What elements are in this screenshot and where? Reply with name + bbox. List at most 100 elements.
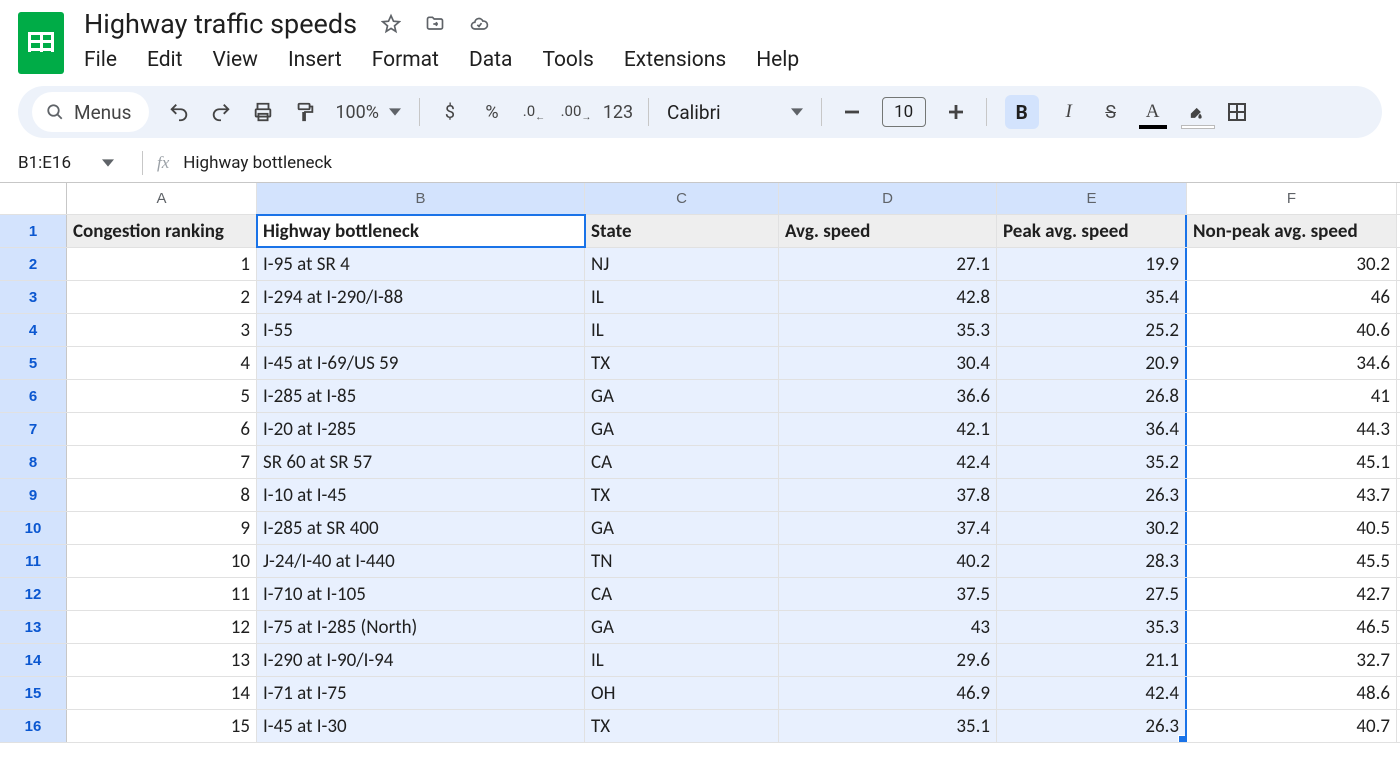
- cell[interactable]: 42.4: [779, 446, 997, 478]
- cell[interactable]: 44.3: [1187, 413, 1397, 445]
- cell[interactable]: 3: [67, 314, 257, 346]
- name-box[interactable]: B1:E16: [18, 153, 128, 173]
- cell[interactable]: 30.4: [779, 347, 997, 379]
- decrease-font-size-button[interactable]: [840, 100, 864, 124]
- col-header-B[interactable]: B: [257, 183, 585, 214]
- menu-data[interactable]: Data: [469, 48, 513, 72]
- cell[interactable]: 1: [67, 248, 257, 280]
- cell[interactable]: 35.4: [997, 281, 1187, 313]
- menu-tools[interactable]: Tools: [542, 48, 593, 72]
- menu-view[interactable]: View: [213, 48, 258, 72]
- cell[interactable]: NJ: [585, 248, 779, 280]
- cell[interactable]: 40.7: [1187, 710, 1397, 742]
- cell[interactable]: 15: [67, 710, 257, 742]
- cell[interactable]: 25.2: [997, 314, 1187, 346]
- row-header[interactable]: 10: [0, 512, 67, 544]
- menu-extensions[interactable]: Extensions: [624, 48, 726, 72]
- row-header[interactable]: 7: [0, 413, 67, 445]
- italic-button[interactable]: I: [1057, 100, 1081, 124]
- cell[interactable]: TX: [585, 347, 779, 379]
- cell[interactable]: 26.8: [997, 380, 1187, 412]
- cell[interactable]: 2: [67, 281, 257, 313]
- row-header[interactable]: 3: [0, 281, 67, 313]
- cell[interactable]: GA: [585, 512, 779, 544]
- cell[interactable]: 42.4: [997, 677, 1187, 709]
- cell[interactable]: IL: [585, 281, 779, 313]
- cell[interactable]: 26.3: [997, 710, 1187, 742]
- cell[interactable]: 40.2: [779, 545, 997, 577]
- cell[interactable]: 46.9: [779, 677, 997, 709]
- cell[interactable]: 48.6: [1187, 677, 1397, 709]
- cell[interactable]: 37.4: [779, 512, 997, 544]
- cell[interactable]: 5: [67, 380, 257, 412]
- cell[interactable]: I-95 at SR 4: [257, 248, 585, 280]
- cell[interactable]: IL: [585, 644, 779, 676]
- sheets-logo-icon[interactable]: [18, 12, 64, 74]
- cell[interactable]: GA: [585, 380, 779, 412]
- cell[interactable]: 9: [67, 512, 257, 544]
- cell[interactable]: SR 60 at SR 57: [257, 446, 585, 478]
- row-header[interactable]: 12: [0, 578, 67, 610]
- cell[interactable]: Non-peak avg. speed: [1187, 215, 1397, 247]
- borders-button[interactable]: [1225, 100, 1249, 124]
- cell[interactable]: 36.4: [997, 413, 1187, 445]
- cell[interactable]: 14: [67, 677, 257, 709]
- menu-insert[interactable]: Insert: [288, 48, 342, 72]
- row-header[interactable]: 1: [0, 215, 67, 247]
- cell[interactable]: 29.6: [779, 644, 997, 676]
- cell[interactable]: I-75 at I-285 (North): [257, 611, 585, 643]
- cell[interactable]: GA: [585, 413, 779, 445]
- cell[interactable]: 4: [67, 347, 257, 379]
- cell[interactable]: 46.5: [1187, 611, 1397, 643]
- cell[interactable]: 34.6: [1187, 347, 1397, 379]
- paint-format-button[interactable]: [293, 100, 317, 124]
- cell[interactable]: 10: [67, 545, 257, 577]
- cell[interactable]: I-55: [257, 314, 585, 346]
- star-icon[interactable]: [381, 14, 401, 34]
- col-header-A[interactable]: A: [67, 183, 257, 214]
- cell[interactable]: 42.7: [1187, 578, 1397, 610]
- cell[interactable]: 7: [67, 446, 257, 478]
- formula-bar[interactable]: Highway bottleneck: [183, 153, 332, 173]
- menu-format[interactable]: Format: [372, 48, 439, 72]
- select-all-corner[interactable]: [0, 183, 67, 214]
- cell[interactable]: 46: [1187, 281, 1397, 313]
- cell[interactable]: I-294 at I-290/I-88: [257, 281, 585, 313]
- col-header-E[interactable]: E: [997, 183, 1187, 214]
- bold-button[interactable]: B: [1005, 95, 1039, 129]
- cell[interactable]: 35.3: [779, 314, 997, 346]
- cell[interactable]: 37.5: [779, 578, 997, 610]
- menu-file[interactable]: File: [84, 48, 117, 72]
- cell[interactable]: 28.3: [997, 545, 1187, 577]
- redo-button[interactable]: [209, 100, 233, 124]
- cell[interactable]: J-24/I-40 at I-440: [257, 545, 585, 577]
- move-folder-icon[interactable]: [425, 14, 445, 34]
- cell[interactable]: 42.1: [779, 413, 997, 445]
- row-header[interactable]: 13: [0, 611, 67, 643]
- row-header[interactable]: 15: [0, 677, 67, 709]
- cell[interactable]: 11: [67, 578, 257, 610]
- cell[interactable]: I-285 at SR 400: [257, 512, 585, 544]
- cell[interactable]: I-290 at I-90/I-94: [257, 644, 585, 676]
- row-header[interactable]: 8: [0, 446, 67, 478]
- cell[interactable]: I-710 at I-105: [257, 578, 585, 610]
- cell[interactable]: 35.1: [779, 710, 997, 742]
- fill-color-button[interactable]: [1183, 100, 1207, 124]
- number-format-button[interactable]: 123: [606, 100, 630, 124]
- cell[interactable]: 30.2: [997, 512, 1187, 544]
- col-header-D[interactable]: D: [779, 183, 997, 214]
- cell[interactable]: 40.5: [1187, 512, 1397, 544]
- cell[interactable]: 43.7: [1187, 479, 1397, 511]
- cell[interactable]: Peak avg. speed: [997, 215, 1187, 247]
- col-header-F[interactable]: F: [1187, 183, 1397, 214]
- cell[interactable]: State: [585, 215, 779, 247]
- cell[interactable]: 19.9: [997, 248, 1187, 280]
- row-header[interactable]: 2: [0, 248, 67, 280]
- cell[interactable]: 32.7: [1187, 644, 1397, 676]
- menu-help[interactable]: Help: [756, 48, 799, 72]
- row-header[interactable]: 9: [0, 479, 67, 511]
- undo-button[interactable]: [167, 100, 191, 124]
- cell[interactable]: 20.9: [997, 347, 1187, 379]
- cell[interactable]: I-71 at I-75: [257, 677, 585, 709]
- zoom-dropdown[interactable]: 100%: [335, 102, 401, 123]
